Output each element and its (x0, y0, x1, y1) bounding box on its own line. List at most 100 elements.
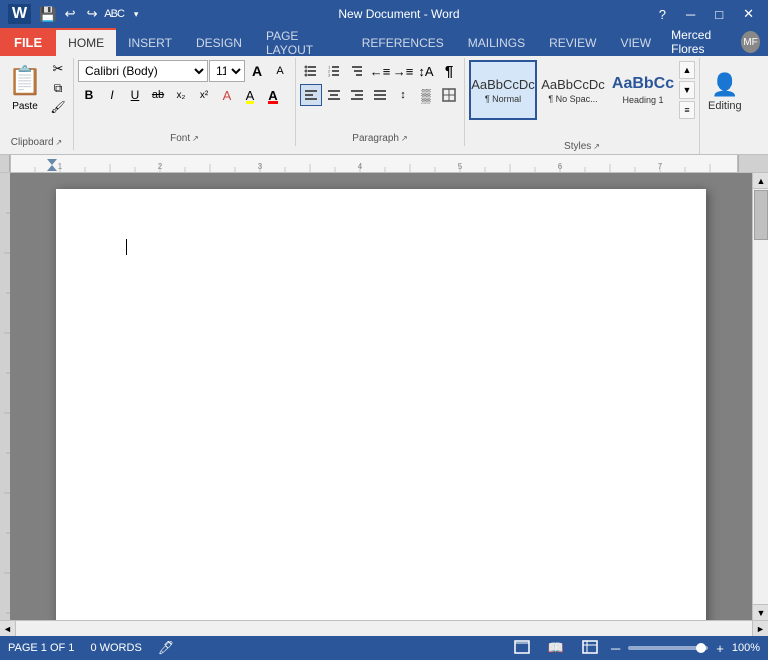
scroll-up-button[interactable]: ▲ (753, 173, 768, 189)
decrease-indent-button[interactable]: ←≡ (369, 60, 391, 82)
subscript-button[interactable]: x₂ (170, 84, 192, 106)
svg-text:7: 7 (658, 162, 663, 171)
scroll-track[interactable] (753, 189, 768, 604)
scroll-thumb[interactable] (754, 190, 768, 240)
style-no-spacing[interactable]: AaBbCcDc ¶ No Spac... (539, 60, 607, 120)
clipboard-label[interactable]: Clipboard ↗ (0, 137, 73, 148)
strikethrough-button[interactable]: ab (147, 84, 169, 106)
style-heading1[interactable]: AaBbCc Heading 1 (609, 60, 677, 120)
increase-indent-button[interactable]: →≡ (392, 60, 414, 82)
zoom-slider-thumb[interactable] (696, 643, 706, 653)
view-print-layout[interactable] (509, 637, 535, 660)
user-name: Merced Flores (671, 28, 737, 56)
styles-group: AaBbCcDc ¶ Normal AaBbCcDc ¶ No Spac... … (465, 58, 700, 154)
bold-button[interactable]: B (78, 84, 100, 106)
qat-undo[interactable]: ↩ (61, 5, 79, 23)
tab-page-layout[interactable]: PAGE LAYOUT (254, 28, 350, 56)
align-right-button[interactable] (346, 84, 368, 106)
font-color-button[interactable]: A (262, 84, 284, 106)
tab-design[interactable]: DESIGN (184, 28, 254, 56)
editing-group: 👤 Editing (700, 58, 750, 146)
styles-scroll-down[interactable]: ▼ (679, 81, 695, 99)
font-label[interactable]: Font ↗ (74, 133, 295, 144)
sort-button[interactable]: ↕A (415, 60, 437, 82)
zoom-out-button[interactable]: ─ (611, 641, 620, 656)
file-tab[interactable]: FILE (0, 28, 56, 56)
scroll-down-button[interactable]: ▼ (753, 604, 768, 620)
font-shrink-button[interactable]: A (269, 60, 291, 82)
hscroll-left-button[interactable]: ◄ (0, 621, 16, 637)
font-group-content: Calibri (Body) 11 A A B I U ab x₂ x² A (78, 60, 291, 144)
style-no-spacing-label: ¶ No Spac... (548, 94, 597, 104)
styles-expand[interactable]: ≡ (679, 101, 695, 119)
shading-button[interactable]: ▒ (415, 84, 437, 106)
qat-redo[interactable]: ↪ (83, 5, 101, 23)
numbering-button[interactable]: 123 (323, 60, 345, 82)
paste-button[interactable]: 📋 Paste (4, 60, 46, 116)
document-area[interactable] (10, 173, 752, 620)
font-grow-button[interactable]: A (246, 60, 268, 82)
cut-button[interactable]: ✂ (47, 60, 69, 78)
close-button[interactable]: ✕ (737, 4, 760, 24)
bullets-button[interactable] (300, 60, 322, 82)
align-left-button[interactable] (300, 84, 322, 106)
style-normal[interactable]: AaBbCcDc ¶ Normal (469, 60, 537, 120)
horizontal-scrollbar[interactable]: ◄ ► (0, 620, 768, 636)
font-size-select[interactable]: 11 (209, 60, 245, 82)
view-read-mode[interactable]: 📖 (543, 637, 569, 659)
tab-view[interactable]: VIEW (608, 28, 663, 56)
doc-container: ▲ ▼ (0, 173, 768, 620)
style-heading1-label: Heading 1 (622, 95, 663, 105)
clipboard-group: 📋 Paste ✂ ⧉ 🖌 Clipboard ↗ (0, 58, 74, 150)
document-page[interactable] (56, 189, 706, 620)
tab-mailings[interactable]: MAILINGS (456, 28, 537, 56)
help-button[interactable]: ? (653, 5, 672, 24)
user-account[interactable]: Merced Flores MF (663, 28, 768, 56)
paragraph-label[interactable]: Paragraph ↗ (296, 133, 464, 144)
multilevel-button[interactable] (346, 60, 368, 82)
style-normal-preview: AaBbCcDc (471, 77, 535, 92)
qat-save[interactable]: 💾 (39, 5, 57, 23)
tab-insert[interactable]: INSERT (116, 28, 184, 56)
zoom-in-button[interactable]: + (716, 641, 724, 656)
line-spacing-button[interactable]: ↕ (392, 84, 414, 106)
tab-home[interactable]: HOME (56, 28, 116, 56)
view-web-layout[interactable] (577, 637, 603, 660)
borders-button[interactable] (438, 84, 460, 106)
underline-button[interactable]: U (124, 84, 146, 106)
qat-spelling[interactable]: ABC (105, 5, 123, 23)
tab-references[interactable]: REFERENCES (350, 28, 456, 56)
format-painter-button[interactable]: 🖌 (47, 98, 69, 116)
app-icon: W (8, 4, 31, 24)
tab-review[interactable]: REVIEW (537, 28, 608, 56)
copy-button[interactable]: ⧉ (47, 79, 69, 97)
styles-scroll-up[interactable]: ▲ (679, 61, 695, 79)
align-center-button[interactable] (323, 84, 345, 106)
status-bar: PAGE 1 OF 1 0 WORDS 🖊 📖 ─ + 100% (0, 636, 768, 660)
clear-format-button[interactable]: A (216, 84, 238, 106)
svg-text:5: 5 (458, 162, 463, 171)
superscript-button[interactable]: x² (193, 84, 215, 106)
font-family-select[interactable]: Calibri (Body) (78, 60, 208, 82)
show-marks-button[interactable]: ¶ (438, 60, 460, 82)
svg-text:2: 2 (158, 162, 163, 171)
qat-dropdown[interactable]: ▾ (127, 5, 145, 23)
hscroll-right-button[interactable]: ► (752, 621, 768, 637)
styles-expand-icon: ↗ (593, 142, 600, 151)
vertical-scrollbar[interactable]: ▲ ▼ (752, 173, 768, 620)
vertical-ruler-area (0, 173, 10, 620)
style-normal-label: ¶ Normal (485, 94, 521, 104)
styles-label[interactable]: Styles ↗ (465, 141, 699, 152)
italic-button[interactable]: I (101, 84, 123, 106)
restore-button[interactable]: □ (709, 5, 729, 24)
zoom-slider-track[interactable] (628, 646, 708, 650)
title-bar: W 💾 ↩ ↪ ABC ▾ New Document - Word ? ─ □ … (0, 0, 768, 28)
proofing-icon[interactable]: 🖊 (158, 640, 175, 656)
minimize-button[interactable]: ─ (680, 5, 701, 24)
svg-text:4: 4 (358, 162, 363, 171)
justify-button[interactable] (369, 84, 391, 106)
clipboard-group-content: 📋 Paste ✂ ⧉ 🖌 (4, 60, 69, 148)
word-count: 0 WORDS (90, 642, 141, 654)
text-cursor (126, 239, 127, 255)
text-highlight-button[interactable]: A (239, 84, 261, 106)
